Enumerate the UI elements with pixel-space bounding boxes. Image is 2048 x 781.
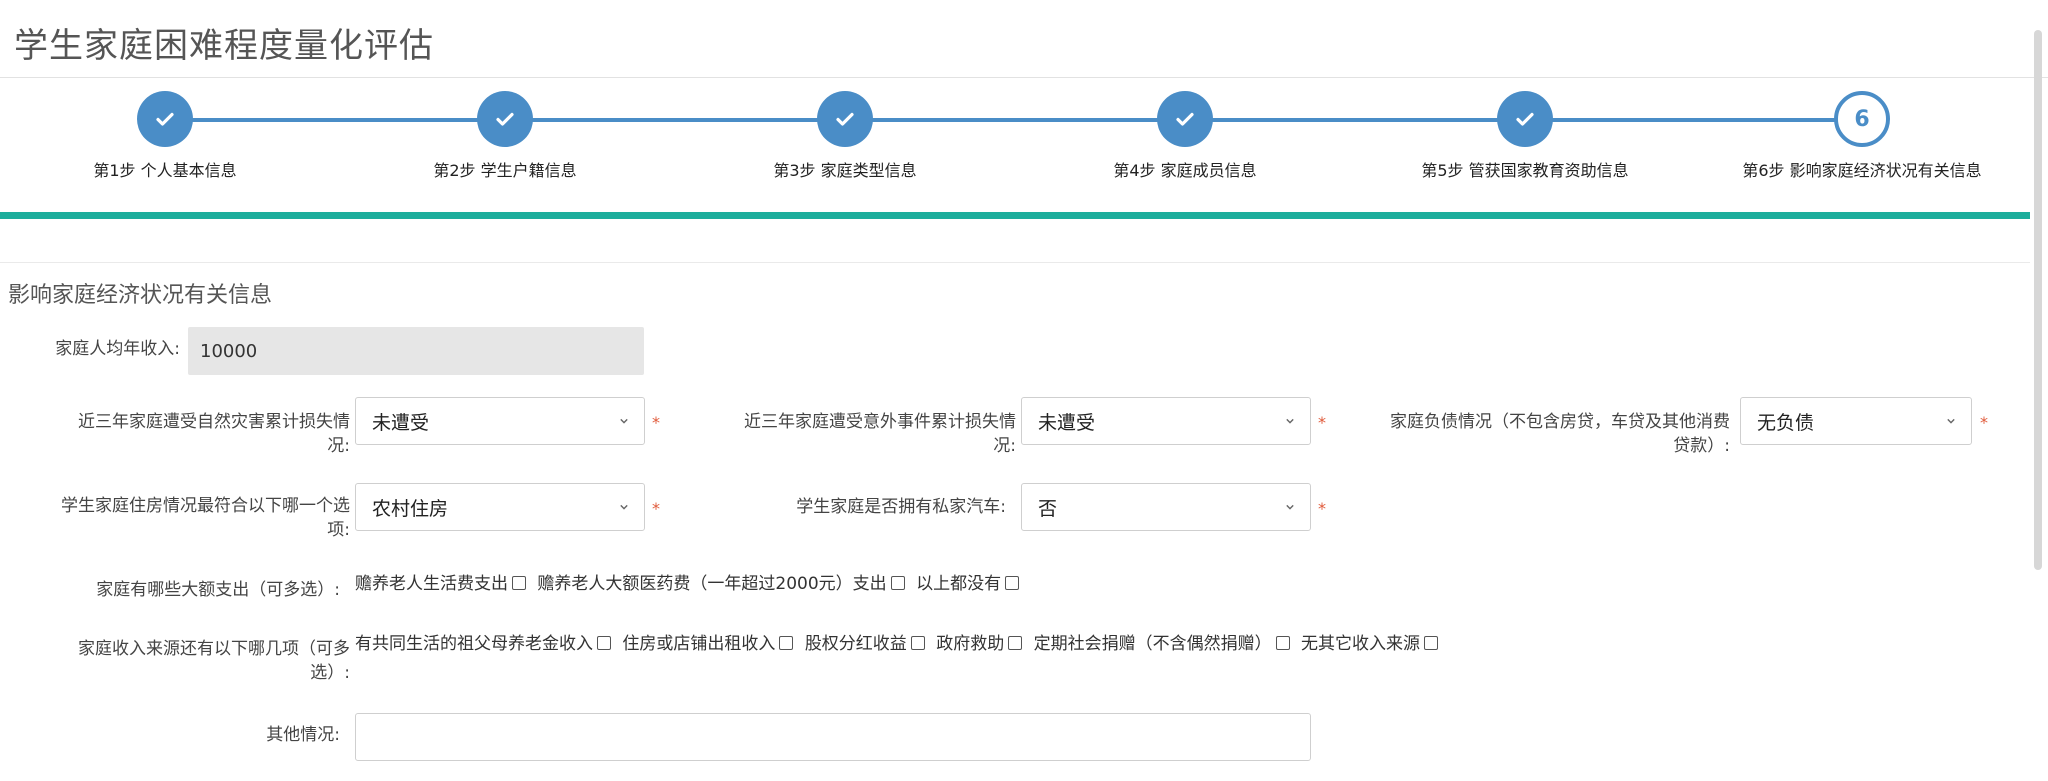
step-2-label: 第2步 学生户籍信息 [433, 161, 577, 180]
accident-select-value: 未遭受 [1038, 411, 1096, 434]
required-marker: * [1318, 499, 1326, 518]
accident-label: 近三年家庭遭受意外事件累计损失情 况: [690, 410, 1016, 458]
step-6-label: 第6步 影响家庭经济状况有关信息 [1742, 161, 1982, 180]
disaster-label: 近三年家庭遭受自然灾害累计损失情 况: [20, 410, 350, 458]
chevron-down-icon [620, 418, 628, 424]
step-6-number: 6 [1834, 91, 1890, 147]
income-source-3-label: 股权分红收益 [804, 634, 907, 654]
income-field[interactable] [188, 327, 644, 375]
step-4-label: 第4步 家庭成员信息 [1113, 161, 1257, 180]
income-source-3-checkbox[interactable] [910, 636, 925, 650]
step-5[interactable]: 第5步 管获国家教育资助信息 [1355, 85, 1695, 181]
income-sources-label-line2: 选）: [310, 663, 350, 683]
expense-option-3-checkbox[interactable] [1005, 576, 1020, 590]
car-select-value: 否 [1038, 497, 1058, 520]
income-sources-label: 家庭收入来源还有以下哪几项（可多 选）: [20, 637, 350, 685]
income-source-6-checkbox[interactable] [1424, 636, 1439, 650]
page-title: 学生家庭困难程度量化评估 [14, 26, 434, 66]
step-2[interactable]: 第2步 学生户籍信息 [335, 85, 675, 181]
income-sources-options: 有共同生活的祖父母养老金收入 住房或店铺出租收入 股权分红收益 政府救助 定期社… [355, 632, 1444, 656]
progress-stepper: 第1步 个人基本信息 第2步 学生户籍信息 第3步 家庭类型信息 第4步 家庭成… [0, 85, 2048, 225]
debt-select[interactable]: 无负债 [1740, 397, 1972, 445]
step-5-label: 第5步 管获国家教育资助信息 [1421, 161, 1629, 180]
other-input[interactable] [355, 713, 1311, 761]
progress-bar [0, 212, 2030, 219]
chevron-down-icon [1286, 504, 1294, 510]
other-label: 其他情况: [266, 725, 340, 745]
accident-select[interactable]: 未遭受 [1021, 397, 1311, 445]
car-label: 学生家庭是否拥有私家汽车: [796, 497, 1006, 517]
step-3-label: 第3步 家庭类型信息 [773, 161, 917, 180]
accident-label-line1: 近三年家庭遭受意外事件累计损失情 [744, 412, 1016, 432]
income-source-2-checkbox[interactable] [779, 636, 794, 650]
expense-option-1-label: 赡养老人生活费支出 [355, 574, 508, 594]
income-source-4-label: 政府救助 [936, 634, 1005, 654]
step-1-label: 第1步 个人基本信息 [93, 161, 237, 180]
disaster-select[interactable]: 未遭受 [355, 397, 645, 445]
income-sources-label-line1: 家庭收入来源还有以下哪几项（可多 [78, 639, 350, 659]
step-6[interactable]: 6 第6步 影响家庭经济状况有关信息 [1692, 85, 2032, 181]
debt-label-line2: 贷款）: [1673, 436, 1730, 456]
step-3-check-icon [817, 91, 873, 147]
debt-label: 家庭负债情况（不包含房贷，车贷及其他消费 贷款）: [1340, 410, 1730, 458]
expense-option-1-checkbox[interactable] [512, 576, 526, 590]
step-1-check-icon [137, 91, 193, 147]
vertical-scrollbar[interactable] [2034, 30, 2042, 570]
housing-label-line1: 学生家庭住房情况最符合以下哪一个选 [61, 496, 350, 516]
chevron-down-icon [1286, 418, 1294, 424]
disaster-label-line2: 况: [327, 436, 350, 456]
car-select[interactable]: 否 [1021, 483, 1311, 531]
income-source-5-label: 定期社会捐赠（不含偶然捐赠） [1033, 634, 1272, 654]
income-source-4-checkbox[interactable] [1008, 636, 1023, 650]
income-source-5-checkbox[interactable] [1275, 636, 1290, 650]
income-source-2-label: 住房或店铺出租收入 [622, 634, 776, 654]
required-marker: * [1980, 413, 1988, 432]
chevron-down-icon [620, 504, 628, 510]
income-source-1-checkbox[interactable] [597, 636, 611, 650]
step-5-check-icon [1497, 91, 1553, 147]
expenses-options: 赡养老人生活费支出 赡养老人大额医药费（一年超过2000元）支出 以上都没有 [355, 572, 1025, 596]
disaster-label-line1: 近三年家庭遭受自然灾害累计损失情 [78, 412, 350, 432]
section-divider [0, 262, 2030, 263]
step-3[interactable]: 第3步 家庭类型信息 [675, 85, 1015, 181]
income-source-1-label: 有共同生活的祖父母养老金收入 [355, 634, 593, 654]
debt-select-value: 无负债 [1757, 411, 1815, 434]
expense-option-2-label: 赡养老人大额医药费（一年超过2000元）支出 [537, 574, 887, 594]
expenses-label: 家庭有哪些大额支出（可多选）: [96, 580, 340, 600]
disaster-select-value: 未遭受 [372, 411, 430, 434]
housing-select[interactable]: 农村住房 [355, 483, 645, 531]
chevron-down-icon [1947, 418, 1955, 424]
housing-select-value: 农村住房 [372, 497, 449, 520]
required-marker: * [652, 413, 660, 432]
housing-label-line2: 项: [327, 520, 350, 540]
expense-option-2-checkbox[interactable] [890, 576, 905, 590]
step-1[interactable]: 第1步 个人基本信息 [0, 85, 335, 181]
step-2-check-icon [477, 91, 533, 147]
debt-label-line1: 家庭负债情况（不包含房贷，车贷及其他消费 [1390, 412, 1730, 432]
step-4-check-icon [1157, 91, 1213, 147]
required-marker: * [1318, 413, 1326, 432]
housing-label: 学生家庭住房情况最符合以下哪一个选 项: [20, 494, 350, 542]
title-divider [0, 77, 2048, 78]
required-marker: * [652, 499, 660, 518]
income-source-6-label: 无其它收入来源 [1301, 634, 1421, 654]
expense-option-3-label: 以上都没有 [916, 574, 1002, 594]
section-title: 影响家庭经济状况有关信息 [8, 283, 273, 308]
income-label: 家庭人均年收入: [55, 339, 180, 359]
step-4[interactable]: 第4步 家庭成员信息 [1015, 85, 1355, 181]
accident-label-line2: 况: [993, 436, 1016, 456]
